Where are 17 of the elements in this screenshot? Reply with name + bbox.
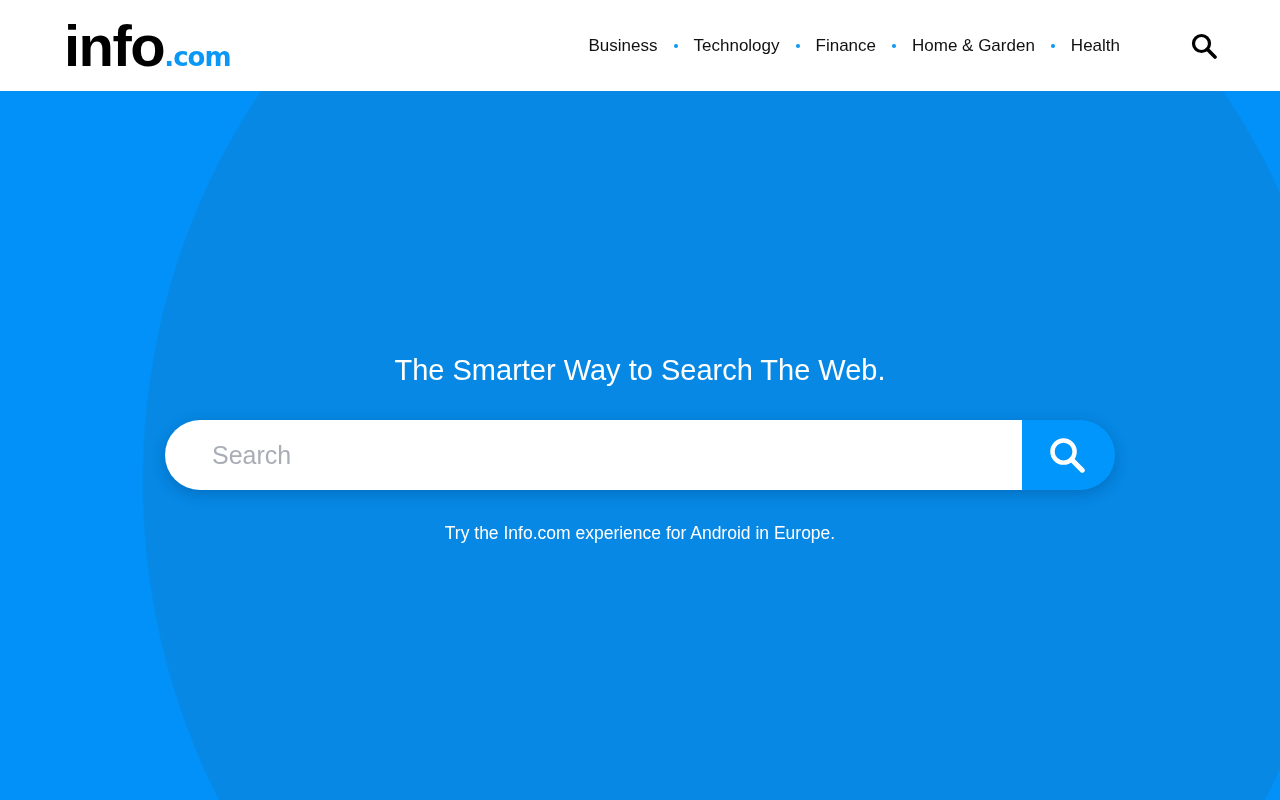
- separator-dot-icon: [892, 43, 896, 48]
- search-submit-button[interactable]: [1022, 420, 1115, 490]
- nav-link[interactable]: Technology: [693, 34, 780, 57]
- nav-link[interactable]: Health: [1070, 34, 1120, 57]
- separator-dot-icon: [673, 43, 678, 48]
- search-button[interactable]: [1190, 31, 1218, 60]
- search-icon: [1191, 32, 1217, 59]
- nav-link[interactable]: Finance: [815, 34, 876, 57]
- search-field[interactable]: Search: [165, 420, 1022, 490]
- logo[interactable]: info.com: [64, 16, 231, 75]
- nav-link[interactable]: Business: [588, 34, 658, 57]
- promo-text: Try the Info.com experience for Android in Europe.: [444, 522, 836, 545]
- separator-dot-icon: [1050, 43, 1055, 48]
- separator-dot-icon: [795, 43, 800, 48]
- search-icon: [1048, 437, 1085, 473]
- nav-link[interactable]: Home & Garden: [912, 34, 1035, 57]
- hero-title: The Smarter Way to Search The Web.: [394, 353, 886, 388]
